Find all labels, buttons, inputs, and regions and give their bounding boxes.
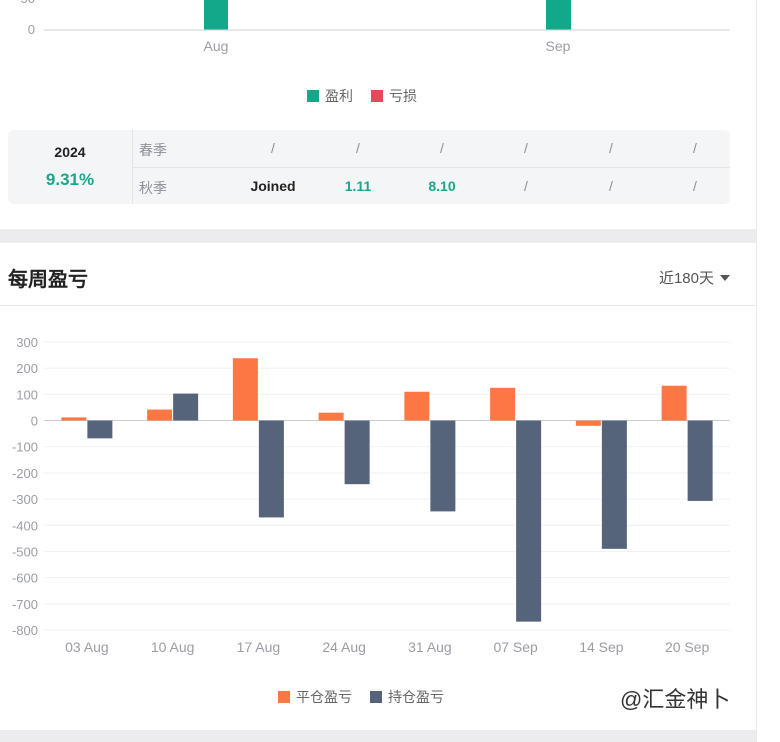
- open-pnl-bar: [258, 420, 284, 518]
- y-tick-label: -400: [12, 518, 38, 533]
- aug-profit-bar: [204, 0, 228, 30]
- season-performance-table: 2024 9.31% 春季 / / / / / / 秋季 Joined 1.11…: [8, 130, 730, 204]
- season-value: /: [440, 140, 444, 156]
- weekly-pnl-header: 每周盈亏 近180天: [0, 243, 756, 306]
- x-tick-label-sep: Sep: [546, 38, 571, 54]
- weekly-chart-legend: 平仓盈亏 持仓盈亏: [278, 687, 444, 707]
- legend-item-profit[interactable]: 盈利: [307, 86, 353, 106]
- weekly-pnl-chart: 300 200 100 0 -100 -200 -300 -400 -500 -600 -700 -8…: [12, 335, 730, 655]
- season-value: /: [609, 140, 613, 156]
- y-tick-label: -600: [12, 571, 38, 586]
- x-tick-label: 14 Sep: [579, 639, 624, 655]
- closed-pnl-bar: [404, 391, 430, 421]
- closed-pnl-bar: [61, 417, 87, 421]
- season-value: /: [524, 178, 528, 194]
- legend-swatch-profit: [307, 90, 319, 102]
- y-tick-label: -500: [12, 544, 38, 559]
- x-tick-label: 20 Sep: [665, 639, 710, 655]
- season-value: /: [693, 178, 697, 194]
- open-pnl-bar: [344, 420, 370, 485]
- section-divider: [0, 229, 756, 243]
- top-chart-legend: 盈利 亏损: [307, 86, 417, 106]
- range-dropdown-label: 近180天: [658, 270, 714, 287]
- y-tick-label: -800: [12, 623, 38, 638]
- open-pnl-bar: [173, 393, 199, 421]
- open-pnl-bar: [601, 420, 627, 549]
- closed-pnl-bar: [661, 385, 687, 421]
- open-pnl-bar: [87, 420, 113, 439]
- section-divider: [0, 730, 756, 742]
- y-tick-label: 0: [28, 22, 35, 37]
- legend-label-loss: 亏损: [389, 88, 417, 104]
- season-value: /: [271, 140, 275, 156]
- x-tick-label: 03 Aug: [65, 639, 109, 655]
- y-tick-label: -300: [12, 492, 38, 507]
- y-tick-label: 0: [31, 414, 38, 429]
- season-value: /: [356, 140, 360, 156]
- season-value: /: [524, 140, 528, 156]
- legend-swatch-loss: [371, 90, 383, 102]
- season-label: 秋季: [139, 180, 167, 196]
- y-tick-label: 100: [16, 387, 38, 402]
- season-value: /: [693, 140, 697, 156]
- season-value: 8.10: [428, 178, 456, 194]
- legend-label-closed-pnl: 平仓盈亏: [296, 689, 352, 705]
- closed-pnl-bar: [490, 387, 516, 421]
- x-tick-label: 24 Aug: [322, 639, 366, 655]
- legend-item-loss[interactable]: 亏损: [371, 86, 417, 106]
- y-tick-label: -100: [12, 440, 38, 455]
- season-value: /: [609, 178, 613, 194]
- x-tick-label: 17 Aug: [237, 639, 281, 655]
- legend-swatch-closed-pnl: [278, 691, 290, 703]
- closed-pnl-bar: [575, 420, 601, 426]
- year-return: 9.31%: [45, 170, 95, 189]
- open-pnl-bar: [687, 420, 713, 501]
- legend-item-open-pnl[interactable]: 持仓盈亏: [370, 687, 444, 707]
- season-row-spring: 春季 / / / / / /: [133, 130, 730, 168]
- open-pnl-bar: [516, 420, 542, 622]
- legend-label-profit: 盈利: [325, 88, 353, 104]
- y-tick-label: -700: [12, 597, 38, 612]
- closed-pnl-bar: [232, 358, 258, 421]
- closed-pnl-bar: [318, 412, 344, 421]
- section-title: 每周盈亏: [8, 269, 88, 291]
- y-tick-label: 200: [16, 361, 38, 376]
- x-tick-label: 31 Aug: [408, 639, 452, 655]
- watermark: @汇金神卜: [620, 687, 731, 712]
- x-tick-label-aug: Aug: [204, 38, 229, 54]
- closed-pnl-bar: [147, 409, 173, 421]
- y-tick-label: -200: [12, 466, 38, 481]
- season-row-autumn: 秋季 Joined 1.11 8.10 / / /: [133, 168, 730, 204]
- year-summary-cell: 2024 9.31%: [8, 130, 133, 204]
- sep-profit-bar: [546, 0, 571, 30]
- monthly-pnl-chart: 50 0 Aug Sep: [21, 0, 730, 54]
- year-label: 2024: [54, 144, 86, 160]
- legend-item-closed-pnl[interactable]: 平仓盈亏: [278, 687, 352, 707]
- caret-down-icon: [720, 274, 730, 281]
- season-value: 1.11: [344, 178, 372, 194]
- x-tick-label: 07 Sep: [493, 639, 538, 655]
- y-tick-label: 50: [21, 0, 35, 6]
- season-label: 春季: [139, 142, 167, 158]
- x-tick-label: 10 Aug: [151, 639, 195, 655]
- legend-label-open-pnl: 持仓盈亏: [388, 689, 444, 705]
- open-pnl-bar: [430, 420, 456, 512]
- scroll-gutter: [756, 0, 780, 742]
- season-value: Joined: [250, 178, 296, 194]
- range-dropdown[interactable]: 近180天: [659, 267, 730, 288]
- legend-swatch-open-pnl: [370, 691, 382, 703]
- y-tick-label: 300: [16, 335, 38, 350]
